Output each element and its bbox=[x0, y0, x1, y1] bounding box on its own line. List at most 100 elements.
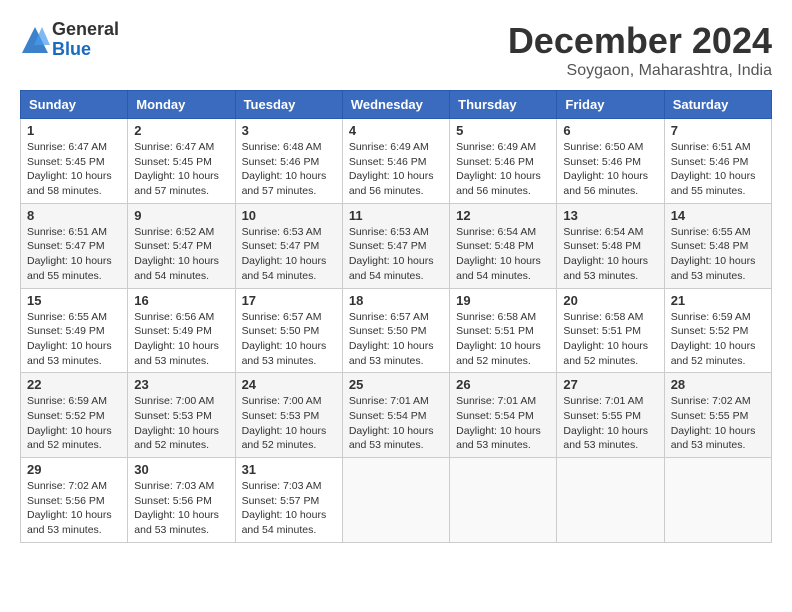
calendar-cell: 24Sunrise: 7:00 AM Sunset: 5:53 PM Dayli… bbox=[235, 373, 342, 458]
calendar-cell bbox=[450, 458, 557, 543]
day-number: 31 bbox=[242, 462, 336, 477]
calendar-cell bbox=[664, 458, 771, 543]
day-number: 9 bbox=[134, 208, 228, 223]
calendar-cell: 11 Sunrise: 6:53 AM Sunset: 5:47 PM Dayli… bbox=[342, 203, 449, 288]
day-info: Sunrise: 7:03 AM Sunset: 5:57 PM Dayligh… bbox=[242, 479, 336, 538]
calendar-cell: 16 Sunrise: 6:56 AM Sunset: 5:49 PM Dayli… bbox=[128, 288, 235, 373]
day-number: 10 bbox=[242, 208, 336, 223]
calendar-cell: 3Sunrise: 6:48 AM Sunset: 5:46 PM Daylig… bbox=[235, 119, 342, 204]
day-number: 28 bbox=[671, 377, 765, 392]
calendar-cell: 30 Sunrise: 7:03 AM Sunset: 5:56 PM Dayli… bbox=[128, 458, 235, 543]
day-info: Sunrise: 6:47 AM Sunset: 5:45 PM Dayligh… bbox=[27, 140, 121, 199]
day-info: Sunrise: 7:00 AM Sunset: 5:53 PM Dayligh… bbox=[134, 394, 228, 453]
day-number: 27 bbox=[563, 377, 657, 392]
calendar-cell: 1Sunrise: 6:47 AM Sunset: 5:45 PM Daylig… bbox=[21, 119, 128, 204]
day-info: Sunrise: 6:49 AM Sunset: 5:46 PM Dayligh… bbox=[349, 140, 443, 199]
calendar-header-row: SundayMondayTuesdayWednesdayThursdayFrid… bbox=[21, 91, 772, 119]
logo-text: General Blue bbox=[52, 20, 119, 60]
calendar-cell: 4 Sunrise: 6:49 AM Sunset: 5:46 PM Daylig… bbox=[342, 119, 449, 204]
day-info: Sunrise: 7:02 AM Sunset: 5:56 PM Dayligh… bbox=[27, 479, 121, 538]
day-number: 18 bbox=[349, 293, 443, 308]
day-info: Sunrise: 6:52 AM Sunset: 5:47 PM Dayligh… bbox=[134, 225, 228, 284]
day-info: Sunrise: 7:03 AM Sunset: 5:56 PM Dayligh… bbox=[134, 479, 228, 538]
title-section: December 2024 Soygaon, Maharashtra, Indi… bbox=[508, 20, 772, 80]
calendar-cell: 25Sunrise: 7:01 AM Sunset: 5:54 PM Dayli… bbox=[342, 373, 449, 458]
calendar-cell: 31 Sunrise: 7:03 AM Sunset: 5:57 PM Dayli… bbox=[235, 458, 342, 543]
day-info: Sunrise: 6:58 AM Sunset: 5:51 PM Dayligh… bbox=[456, 310, 550, 369]
day-info: Sunrise: 6:48 AM Sunset: 5:46 PM Dayligh… bbox=[242, 140, 336, 199]
day-number: 2 bbox=[134, 123, 228, 138]
day-number: 6 bbox=[563, 123, 657, 138]
day-info: Sunrise: 6:58 AM Sunset: 5:51 PM Dayligh… bbox=[563, 310, 657, 369]
calendar-cell: 23Sunrise: 7:00 AM Sunset: 5:53 PM Dayli… bbox=[128, 373, 235, 458]
day-number: 19 bbox=[456, 293, 550, 308]
day-info: Sunrise: 6:56 AM Sunset: 5:49 PM Dayligh… bbox=[134, 310, 228, 369]
day-info: Sunrise: 6:57 AM Sunset: 5:50 PM Dayligh… bbox=[242, 310, 336, 369]
header-thursday: Thursday bbox=[450, 91, 557, 119]
day-number: 11 bbox=[349, 208, 443, 223]
header-tuesday: Tuesday bbox=[235, 91, 342, 119]
header-saturday: Saturday bbox=[664, 91, 771, 119]
day-info: Sunrise: 7:02 AM Sunset: 5:55 PM Dayligh… bbox=[671, 394, 765, 453]
day-info: Sunrise: 6:57 AM Sunset: 5:50 PM Dayligh… bbox=[349, 310, 443, 369]
day-number: 30 bbox=[134, 462, 228, 477]
day-info: Sunrise: 7:00 AM Sunset: 5:53 PM Dayligh… bbox=[242, 394, 336, 453]
calendar-cell bbox=[557, 458, 664, 543]
day-number: 4 bbox=[349, 123, 443, 138]
calendar-cell: 27 Sunrise: 7:01 AM Sunset: 5:55 PM Dayli… bbox=[557, 373, 664, 458]
calendar-cell: 7Sunrise: 6:51 AM Sunset: 5:46 PM Daylig… bbox=[664, 119, 771, 204]
calendar-cell: 8Sunrise: 6:51 AM Sunset: 5:47 PM Daylig… bbox=[21, 203, 128, 288]
header-monday: Monday bbox=[128, 91, 235, 119]
week-row-3: 15 Sunrise: 6:55 AM Sunset: 5:49 PM Dayli… bbox=[21, 288, 772, 373]
day-number: 26 bbox=[456, 377, 550, 392]
day-number: 14 bbox=[671, 208, 765, 223]
calendar-cell: 20 Sunrise: 6:58 AM Sunset: 5:51 PM Dayli… bbox=[557, 288, 664, 373]
calendar-cell: 29 Sunrise: 7:02 AM Sunset: 5:56 PM Dayli… bbox=[21, 458, 128, 543]
logo: General Blue bbox=[20, 20, 119, 60]
day-number: 12 bbox=[456, 208, 550, 223]
calendar-cell: 21Sunrise: 6:59 AM Sunset: 5:52 PM Dayli… bbox=[664, 288, 771, 373]
day-number: 5 bbox=[456, 123, 550, 138]
header: General Blue December 2024 Soygaon, Maha… bbox=[20, 20, 772, 80]
week-row-2: 8Sunrise: 6:51 AM Sunset: 5:47 PM Daylig… bbox=[21, 203, 772, 288]
header-sunday: Sunday bbox=[21, 91, 128, 119]
day-number: 8 bbox=[27, 208, 121, 223]
calendar-cell: 22 Sunrise: 6:59 AM Sunset: 5:52 PM Dayli… bbox=[21, 373, 128, 458]
day-number: 20 bbox=[563, 293, 657, 308]
day-info: Sunrise: 7:01 AM Sunset: 5:54 PM Dayligh… bbox=[456, 394, 550, 453]
day-number: 29 bbox=[27, 462, 121, 477]
day-info: Sunrise: 6:59 AM Sunset: 5:52 PM Dayligh… bbox=[27, 394, 121, 453]
day-info: Sunrise: 7:01 AM Sunset: 5:54 PM Dayligh… bbox=[349, 394, 443, 453]
logo-icon bbox=[20, 25, 50, 55]
day-number: 15 bbox=[27, 293, 121, 308]
header-wednesday: Wednesday bbox=[342, 91, 449, 119]
day-info: Sunrise: 6:50 AM Sunset: 5:46 PM Dayligh… bbox=[563, 140, 657, 199]
day-info: Sunrise: 6:54 AM Sunset: 5:48 PM Dayligh… bbox=[563, 225, 657, 284]
subtitle: Soygaon, Maharashtra, India bbox=[508, 62, 772, 80]
day-info: Sunrise: 6:55 AM Sunset: 5:49 PM Dayligh… bbox=[27, 310, 121, 369]
week-row-5: 29 Sunrise: 7:02 AM Sunset: 5:56 PM Dayli… bbox=[21, 458, 772, 543]
calendar-cell: 13Sunrise: 6:54 AM Sunset: 5:48 PM Dayli… bbox=[557, 203, 664, 288]
calendar-cell: 19 Sunrise: 6:58 AM Sunset: 5:51 PM Dayli… bbox=[450, 288, 557, 373]
day-info: Sunrise: 6:53 AM Sunset: 5:47 PM Dayligh… bbox=[349, 225, 443, 284]
calendar-cell: 18 Sunrise: 6:57 AM Sunset: 5:50 PM Dayli… bbox=[342, 288, 449, 373]
week-row-4: 22 Sunrise: 6:59 AM Sunset: 5:52 PM Dayli… bbox=[21, 373, 772, 458]
calendar-cell bbox=[342, 458, 449, 543]
day-info: Sunrise: 6:53 AM Sunset: 5:47 PM Dayligh… bbox=[242, 225, 336, 284]
calendar-cell: 15 Sunrise: 6:55 AM Sunset: 5:49 PM Dayli… bbox=[21, 288, 128, 373]
calendar-cell: 9 Sunrise: 6:52 AM Sunset: 5:47 PM Daylig… bbox=[128, 203, 235, 288]
calendar-cell: 28 Sunrise: 7:02 AM Sunset: 5:55 PM Dayli… bbox=[664, 373, 771, 458]
calendar-cell: 26 Sunrise: 7:01 AM Sunset: 5:54 PM Dayli… bbox=[450, 373, 557, 458]
logo-general: General bbox=[52, 20, 119, 40]
day-number: 16 bbox=[134, 293, 228, 308]
day-number: 17 bbox=[242, 293, 336, 308]
day-number: 22 bbox=[27, 377, 121, 392]
calendar-cell: 17 Sunrise: 6:57 AM Sunset: 5:50 PM Dayli… bbox=[235, 288, 342, 373]
calendar: SundayMondayTuesdayWednesdayThursdayFrid… bbox=[20, 90, 772, 543]
day-number: 7 bbox=[671, 123, 765, 138]
day-info: Sunrise: 7:01 AM Sunset: 5:55 PM Dayligh… bbox=[563, 394, 657, 453]
day-info: Sunrise: 6:49 AM Sunset: 5:46 PM Dayligh… bbox=[456, 140, 550, 199]
header-friday: Friday bbox=[557, 91, 664, 119]
calendar-cell: 5 Sunrise: 6:49 AM Sunset: 5:46 PM Daylig… bbox=[450, 119, 557, 204]
logo-blue: Blue bbox=[52, 40, 119, 60]
